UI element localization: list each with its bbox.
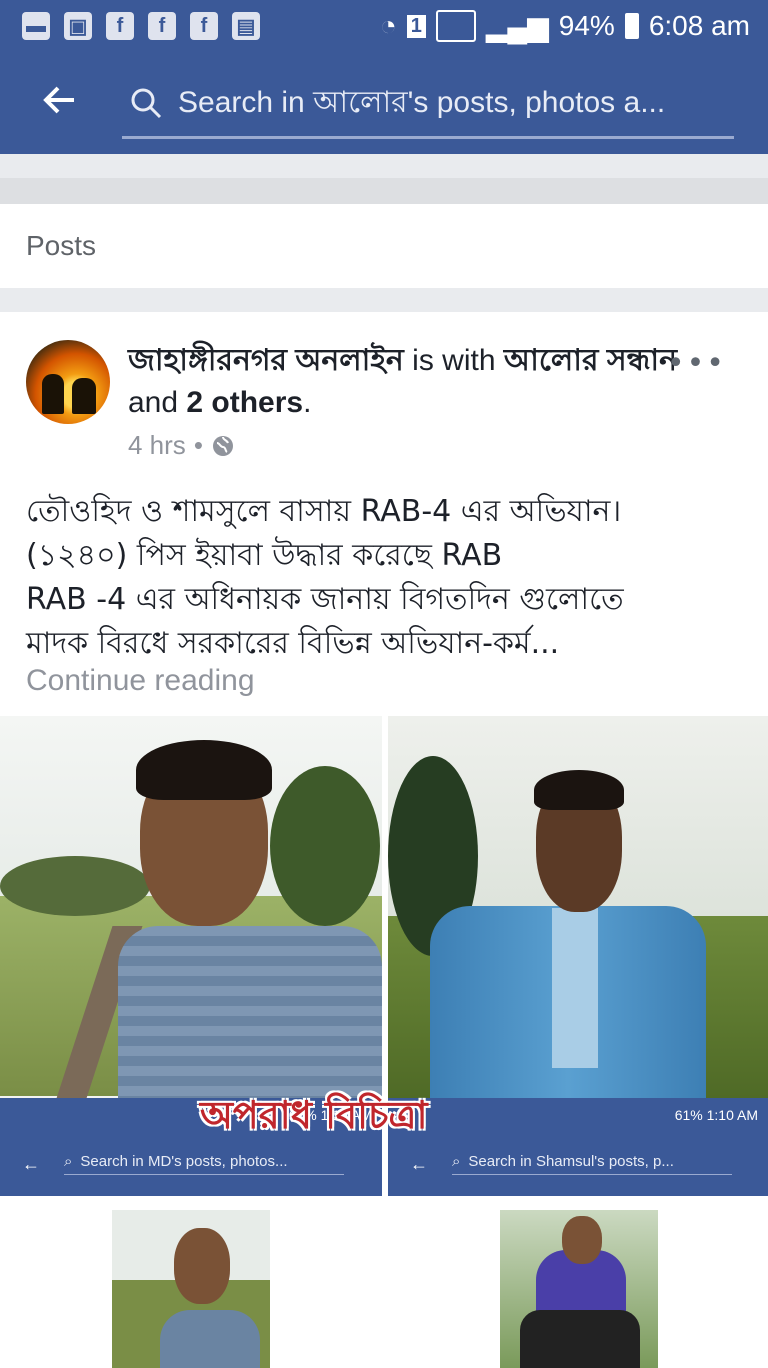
facebook-icon: f xyxy=(148,12,176,40)
search-icon xyxy=(131,88,162,119)
battery-icon xyxy=(624,13,639,39)
avatar[interactable] xyxy=(26,340,110,424)
image-icon: ▣ xyxy=(64,12,92,40)
post-time[interactable]: 4 hrs xyxy=(128,430,186,461)
others-link[interactable]: 2 others xyxy=(186,386,303,419)
divider xyxy=(0,178,768,204)
section-title: Posts xyxy=(26,230,97,261)
author-link[interactable]: জাহাঙ্গীরনগর অনলাইন xyxy=(128,344,404,377)
chat-icon: ▬ xyxy=(22,12,50,40)
sim-icon: 1 xyxy=(406,14,426,38)
post-photos: 61% 1:10 AM ← ⌕ Search in MD's posts, pho… xyxy=(0,716,768,1368)
search-field[interactable]: Search in আলোর's posts, photos a... xyxy=(122,70,734,139)
post-text: তৌওহিদ ও শামসুলে বাসায় RAB-4 এর অভিযান।… xyxy=(26,494,624,661)
globe-icon xyxy=(212,435,233,456)
book-icon: ▤ xyxy=(232,12,260,40)
wifi-icon: ◔ xyxy=(379,10,397,41)
status-bar: ▬ ▣ f f f ▤ ◔ 1 ▂▄▆ 94% 6:08 am xyxy=(0,0,768,52)
embedded-thumbnail xyxy=(500,1210,658,1368)
facebook-icon: f xyxy=(190,12,218,40)
watermark: অপরাধ বিচিত্রা xyxy=(200,1093,428,1137)
signal-bars-icon: ▂▄▆ xyxy=(485,10,549,42)
battery-percent: 94% xyxy=(558,10,615,41)
posts-section-header: Posts xyxy=(0,204,768,288)
search-placeholder: Search in আলোর's posts, photos a... xyxy=(178,85,666,119)
embedded-search-bar: ← ⌕ Search in Shamsul's posts, p... xyxy=(388,1132,768,1196)
signal-icon xyxy=(435,10,476,42)
more-options-icon[interactable]: ••• xyxy=(667,346,726,381)
post-headline: জাহাঙ্গীরনগর অনলাইন is with আলোর সন্ধান … xyxy=(128,344,677,419)
post-card: জাহাঙ্গীরনগর অনলাইন is with আলোর সন্ধান … xyxy=(0,312,768,1368)
embedded-status-bar: 61% 1:10 AM xyxy=(388,1098,768,1132)
post-meta: 4 hrs • xyxy=(128,430,235,461)
tagged-link[interactable]: আলোর সন্ধান xyxy=(504,344,677,377)
photo-right[interactable]: 61% 1:10 AM ← ⌕ Search in Shamsul's posts… xyxy=(388,716,768,1368)
photo-left[interactable]: 61% 1:10 AM ← ⌕ Search in MD's posts, pho… xyxy=(0,716,382,1368)
app-bar: Search in আলোর's posts, photos a... xyxy=(0,52,768,154)
embedded-thumbnail xyxy=(112,1210,270,1368)
clock: 6:08 am xyxy=(648,10,750,41)
continue-reading-link[interactable]: Continue reading xyxy=(26,664,255,698)
facebook-icon: f xyxy=(106,12,134,40)
back-arrow-icon[interactable] xyxy=(38,78,82,122)
